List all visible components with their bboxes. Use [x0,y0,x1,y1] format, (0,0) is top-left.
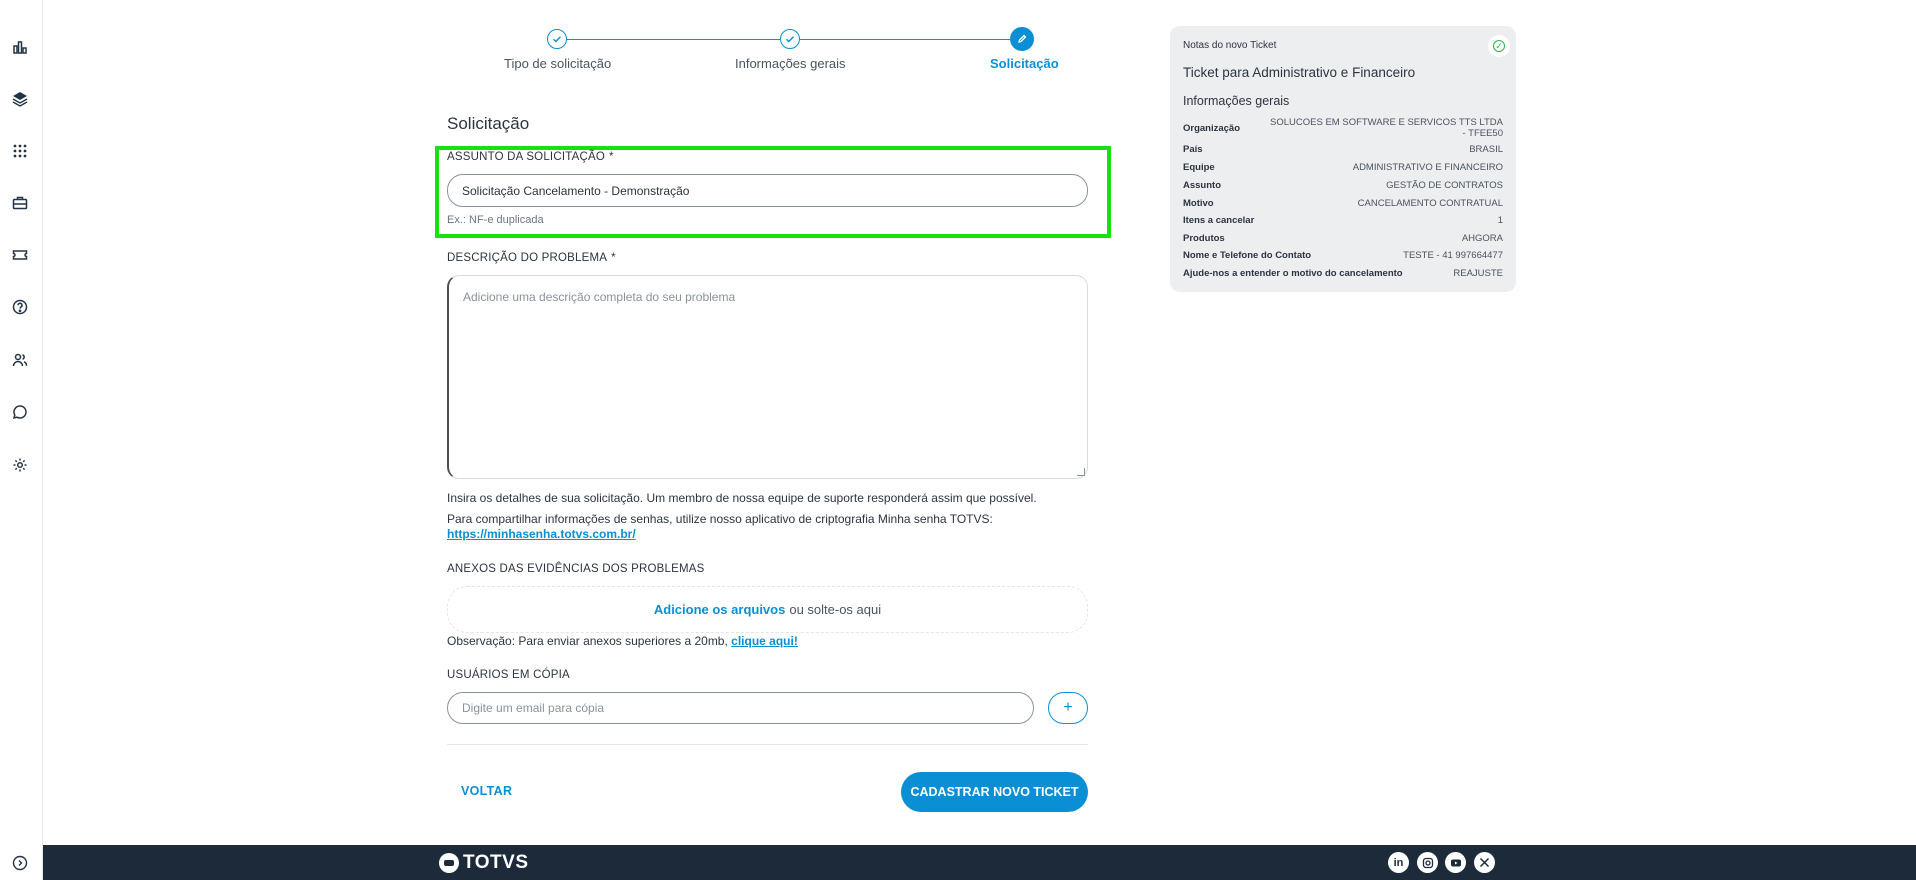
add-files-link[interactable]: Adicione os arquivos [654,602,785,617]
notes-row: Motivo CANCELAMENTO CONTRATUAL [1183,198,1503,209]
description-label: DESCRIÇÃO DO PROBLEMA * [447,252,616,264]
sidebar [0,0,43,880]
ticket-notes-panel: Notas do novo Ticket ✓ Ticket para Admin… [1170,26,1516,292]
notes-row-value: SOLUCOES EM SOFTWARE E SERVICOS TTS LTDA… [1270,117,1503,139]
notes-title: Ticket para Administrativo e Financeiro [1183,65,1416,80]
x-icon[interactable] [1474,852,1495,873]
subject-label: ASSUNTO DA SOLICITAÇÃO * [447,151,614,163]
expand-icon[interactable] [10,853,30,873]
step-2-check-icon[interactable] [780,29,800,49]
subject-input[interactable]: Solicitação Cancelamento - Demonstração [447,174,1088,207]
notes-row-value: TESTE - 41 997664477 [1403,250,1503,261]
notes-row-value: 1 [1497,215,1503,226]
notes-row-key: Ajude-nos a entender o motivo do cancela… [1183,268,1403,279]
gear-icon[interactable] [10,455,30,475]
section-title: Solicitação [447,114,530,133]
layers-icon[interactable] [10,89,30,109]
stepper-line [557,39,780,40]
attachments-dropzone[interactable]: Adicione os arquivos ou solte-os aqui [447,586,1088,633]
notes-row-key: Assunto [1183,180,1221,191]
password-link-row: https://minhasenha.totvs.com.br/ [447,527,636,541]
divider [447,744,1088,745]
notes-row: Itens a cancelar 1 [1183,215,1503,226]
users-icon[interactable] [10,350,30,370]
notes-row-key: Nome e Telefone do Contato [1183,250,1312,261]
step-1-check-icon[interactable] [547,29,567,49]
ticket-icon[interactable] [10,245,30,265]
subject-hint: Ex.: NF-e duplicada [447,214,544,226]
help-icon[interactable] [10,297,30,317]
subject-label-text: ASSUNTO DA SOLICITAÇÃO [447,151,605,163]
step-1-label[interactable]: Tipo de solicitação [504,56,611,71]
required-mark: * [608,151,614,163]
stepper-line [799,39,1010,40]
notes-subtitle: Informações gerais [1183,94,1290,108]
description-textarea[interactable]: Adicione uma descrição completa do seu p… [447,275,1088,479]
notes-row-key: Equipe [1183,162,1215,173]
observation-text: Observação: Para enviar anexos superiore… [447,634,728,648]
instagram-icon[interactable] [1417,852,1438,873]
notes-row-key: Motivo [1183,198,1214,209]
notes-row: Assunto GESTÃO DE CONTRATOS [1183,180,1503,191]
notes-row-value: ADMINISTRATIVO E FINANCEIRO [1352,162,1503,173]
notes-row: Organização SOLUCOES EM SOFTWARE E SERVI… [1183,117,1503,139]
notes-row-value: BRASIL [1469,144,1503,155]
step-3-edit-icon[interactable] [1010,27,1034,51]
linkedin-icon[interactable]: in [1388,852,1409,873]
password-text: Para compartilhar informações de senhas,… [447,512,993,526]
attachments-label: ANEXOS DAS EVIDÊNCIAS DOS PROBLEMAS [447,563,705,575]
chat-icon[interactable] [10,402,30,422]
notes-row-value: REAJUSTE [1453,268,1503,279]
notes-row-value: CANCELAMENTO CONTRATUAL [1357,198,1503,209]
add-cc-button[interactable]: + [1048,692,1088,724]
observation-link[interactable]: clique aqui! [731,634,798,648]
step-2-label[interactable]: Informações gerais [735,56,846,71]
briefcase-icon[interactable] [10,193,30,213]
chart-icon[interactable] [10,37,30,57]
notes-row-value: AHGORA [1461,233,1503,244]
info-text: Insira os detalhes de sua solicitação. U… [447,491,1037,505]
password-link[interactable]: https://minhasenha.totvs.com.br/ [447,527,636,541]
notes-row-key: Organização [1183,123,1241,134]
notes-row: Ajude-nos a entender o motivo do cancela… [1183,268,1503,279]
notes-row-key: País [1183,144,1203,155]
notes-row: Produtos AHGORA [1183,233,1503,244]
notes-row: País BRASIL [1183,144,1503,155]
notes-row-key: Itens a cancelar [1183,215,1255,226]
notes-row-key: Produtos [1183,233,1225,244]
youtube-icon[interactable] [1445,852,1466,873]
footer-brand: TOTVS [463,852,529,873]
back-button[interactable]: VOLTAR [461,784,512,798]
notes-row: Equipe ADMINISTRATIVO E FINANCEIRO [1183,162,1503,173]
apps-grid-icon[interactable] [10,141,30,161]
check-circle-icon: ✓ [1488,35,1510,57]
step-3-label[interactable]: Solicitação [990,56,1059,71]
totvs-logo-icon [439,853,459,873]
totvs-logo[interactable]: TOTVS [439,852,529,874]
description-label-text: DESCRIÇÃO DO PROBLEMA [447,252,608,264]
description-placeholder: Adicione uma descrição completa do seu p… [463,290,736,304]
submit-ticket-button[interactable]: CADASTRAR NOVO TICKET [901,772,1088,812]
notes-header: Notas do novo Ticket [1183,40,1277,51]
resize-handle-icon[interactable] [1077,468,1085,476]
observation-row: Observação: Para enviar anexos superiore… [447,634,798,648]
required-mark: * [611,252,616,264]
notes-row-value: GESTÃO DE CONTRATOS [1386,180,1503,191]
cc-email-input[interactable]: Digite um email para cópia [447,692,1034,724]
footer: TOTVS in [43,845,1916,880]
dropzone-text: ou solte-os aqui [789,602,882,617]
cc-label: USUÁRIOS EM CÓPIA [447,669,570,681]
notes-row: Nome e Telefone do Contato TESTE - 41 99… [1183,250,1503,261]
